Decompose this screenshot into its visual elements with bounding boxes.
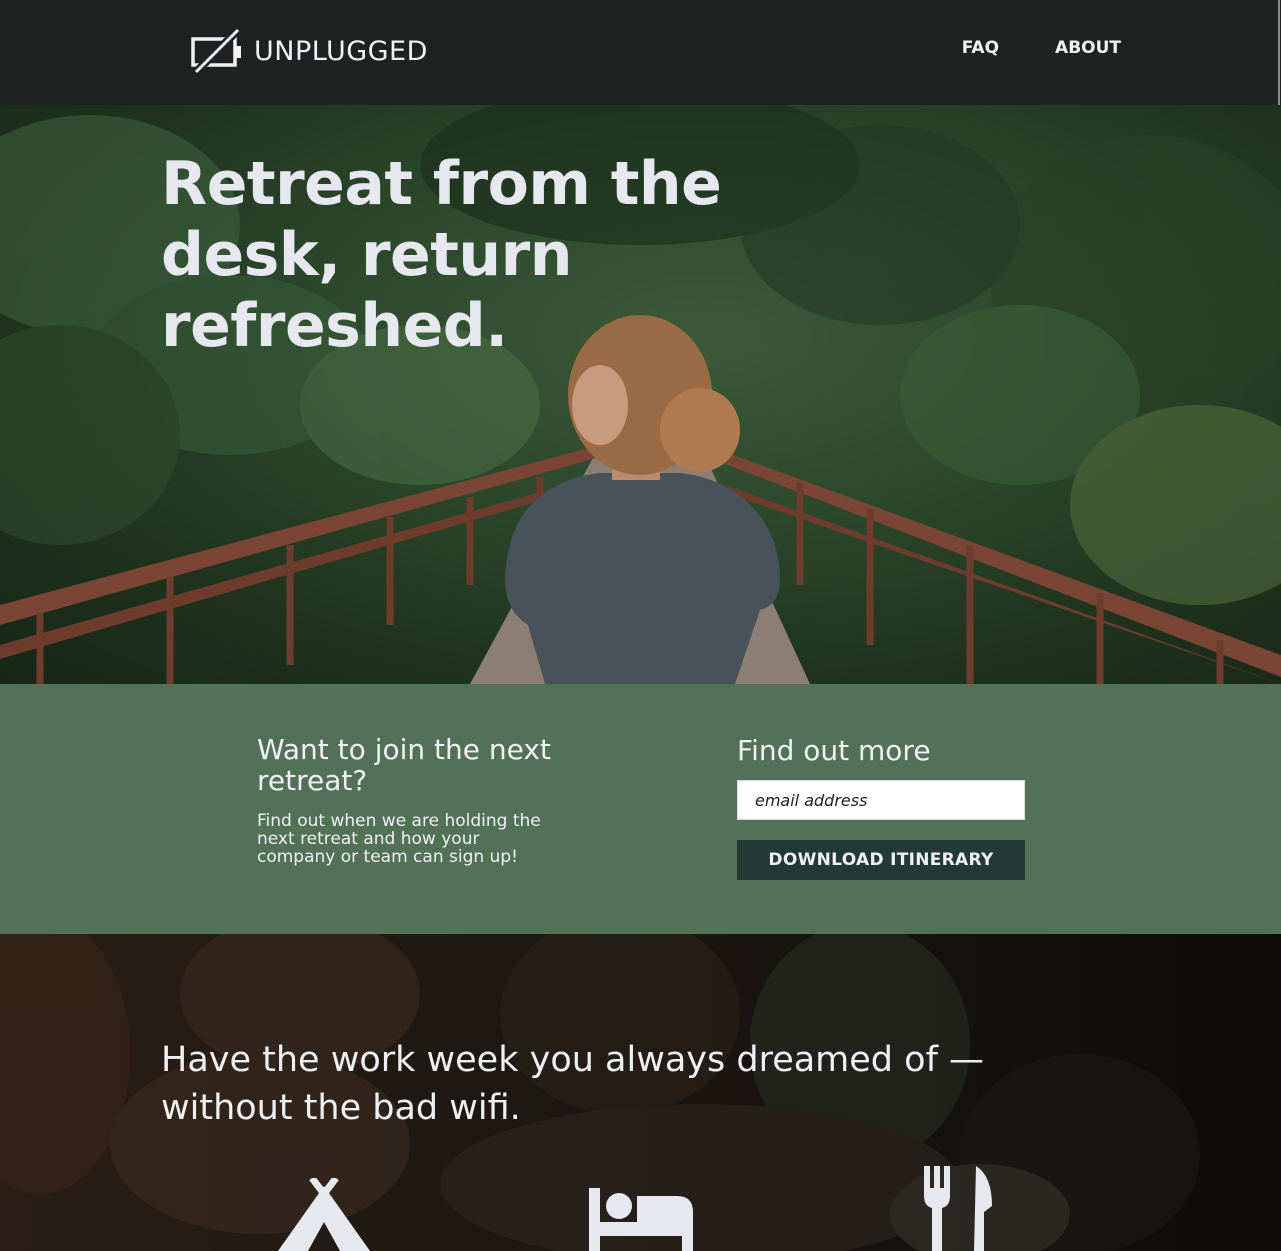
- signup-title: Want to join the next retreat?: [257, 733, 551, 797]
- brand-logo[interactable]: UNPLUGGED: [190, 28, 428, 74]
- signup-section: Want to join the next retreat? Find out …: [0, 684, 1281, 934]
- form-title: Find out more: [737, 734, 931, 767]
- nav-faq[interactable]: FAQ: [962, 38, 999, 58]
- main-nav: FAQ ABOUT: [962, 38, 1121, 58]
- features-headline: Have the work week you always dreamed of…: [161, 1040, 985, 1128]
- bed-icon: [589, 1188, 693, 1251]
- site-header: UNPLUGGED FAQ ABOUT: [0, 0, 1281, 105]
- hero-headline: Retreat from the desk, return refreshed.: [161, 149, 722, 361]
- unplugged-battery-icon: [191, 28, 241, 74]
- nav-about[interactable]: ABOUT: [1055, 38, 1121, 58]
- email-field[interactable]: [737, 780, 1025, 820]
- utensils-icon: [924, 1166, 992, 1251]
- signup-description: Find out when we are holding the next re…: [257, 811, 541, 867]
- download-itinerary-button[interactable]: DOWNLOAD ITINERARY: [737, 840, 1025, 880]
- features-section: Have the work week you always dreamed of…: [0, 934, 1281, 1251]
- brand-name: UNPLUGGED: [254, 35, 428, 67]
- tent-icon: [278, 1178, 370, 1251]
- hero-section: Retreat from the desk, return refreshed.: [0, 105, 1281, 684]
